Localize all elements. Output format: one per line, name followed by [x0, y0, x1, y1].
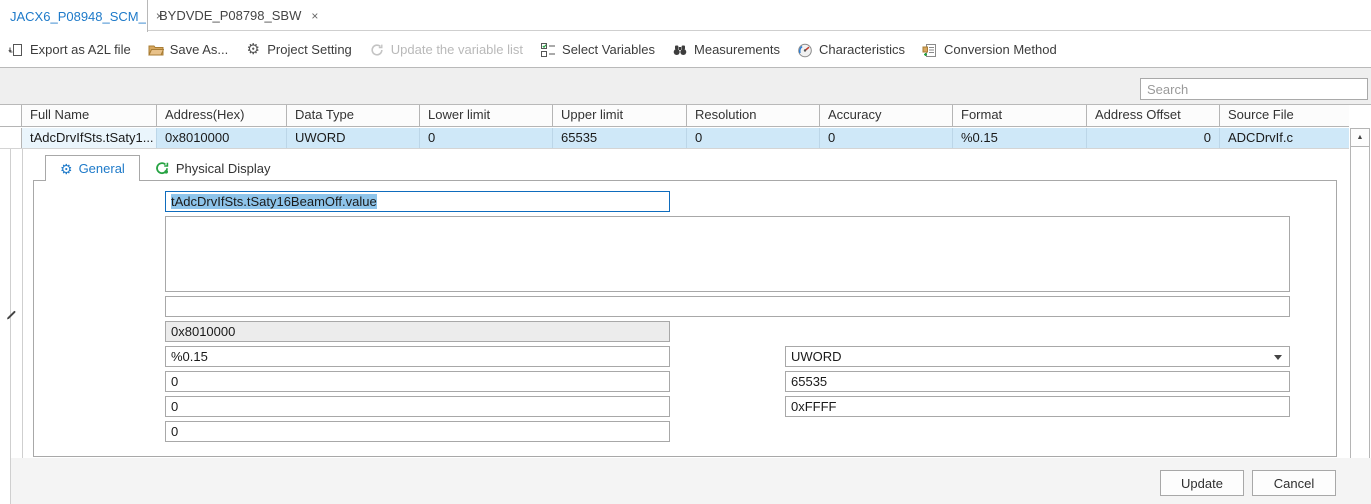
- cell-resolution[interactable]: 0: [687, 128, 820, 148]
- vertical-scrollbar[interactable]: ▲: [1350, 128, 1370, 470]
- tab-label: BYDVDE_P08798_SBW: [159, 8, 301, 23]
- cell-source-file[interactable]: ADCDrvIf.c: [1220, 128, 1348, 148]
- cell-address-offset[interactable]: 0: [1087, 128, 1220, 148]
- col-lower-limit[interactable]: Lower limit: [420, 105, 553, 126]
- close-icon[interactable]: ×: [311, 10, 318, 22]
- select-variables-button[interactable]: Select Variables: [540, 42, 655, 58]
- update-button[interactable]: Update: [1160, 470, 1244, 496]
- export-a2l-icon: [8, 42, 24, 58]
- cell-full-name[interactable]: tAdcDrvIfSts.tSaty1...: [22, 128, 157, 148]
- name-input[interactable]: tAdcDrvIfSts.tSaty16BeamOff.value: [165, 191, 670, 212]
- tab-bydvde-p08798[interactable]: BYDVDE_P08798_SBW ×: [149, 0, 311, 31]
- sync-gear-icon: [154, 160, 170, 176]
- gear-icon: ⚙: [245, 42, 261, 58]
- tab-jacx6-p08948[interactable]: JACX6_P08948_SCM_ ×: [0, 0, 148, 32]
- toolbar-item-label: Measurements: [694, 42, 780, 57]
- scroll-up-icon: ▲: [1357, 134, 1364, 141]
- name-value-selected: tAdcDrvIfSts.tSaty16BeamOff.value: [171, 194, 377, 209]
- gutter-line: [22, 149, 23, 458]
- data-type-value: UWORD: [791, 349, 842, 364]
- cell-address-hex[interactable]: 0x8010000: [157, 128, 287, 148]
- project-setting-button[interactable]: ⚙ Project Setting: [245, 42, 352, 58]
- scroll-up-button[interactable]: ▲: [1351, 129, 1369, 147]
- col-address-offset[interactable]: Address Offset: [1087, 105, 1220, 126]
- save-as-folder-icon: [148, 42, 164, 58]
- binoculars-icon: [672, 42, 688, 58]
- gear-icon: ⚙: [60, 162, 73, 176]
- cancel-button[interactable]: Cancel: [1252, 470, 1336, 496]
- toolbar-item-label: Export as A2L file: [30, 42, 131, 57]
- refresh-icon: [369, 42, 385, 58]
- col-upper-limit[interactable]: Upper limit: [553, 105, 687, 126]
- description-textarea[interactable]: [165, 216, 1290, 292]
- tab-label: JACX6_P08948_SCM_: [10, 9, 146, 24]
- toolbar-item-label: Conversion Method: [944, 42, 1057, 57]
- ecu-address-input: 0x8010000: [165, 321, 670, 342]
- main-toolbar: Export as A2L file Save As... ⚙ Project …: [0, 32, 1371, 67]
- toolbar-item-label: Save As...: [170, 42, 229, 57]
- col-accuracy[interactable]: Accuracy: [820, 105, 953, 126]
- select-variables-icon: [540, 42, 556, 58]
- accuracy-input[interactable]: 0: [165, 421, 670, 442]
- conversion-method-icon: [922, 42, 938, 58]
- display-identifier-input[interactable]: [165, 296, 1290, 317]
- tab-general[interactable]: ⚙ General: [45, 155, 140, 181]
- export-a2l-button[interactable]: Export as A2L file: [8, 42, 131, 58]
- chevron-down-icon: [1274, 355, 1282, 360]
- row-header-gutter: [0, 105, 22, 126]
- high-limit-input[interactable]: 65535: [785, 371, 1290, 392]
- toolbar-item-label: Update the variable list: [391, 42, 523, 57]
- gutter-line: [10, 149, 11, 504]
- cell-upper-limit[interactable]: 65535: [553, 128, 687, 148]
- cell-lower-limit[interactable]: 0: [420, 128, 553, 148]
- resolution-input[interactable]: 0: [165, 396, 670, 417]
- col-resolution[interactable]: Resolution: [687, 105, 820, 126]
- data-type-dropdown[interactable]: UWORD: [785, 346, 1290, 367]
- row-edit-pencil-icon: [4, 308, 18, 322]
- a2l-editor-window: JACX6_P08948_SCM_ × BYDVDE_P08798_SBW × …: [0, 0, 1371, 504]
- search-input[interactable]: [1140, 78, 1368, 100]
- toolbar-item-label: Characteristics: [819, 42, 905, 57]
- characteristics-button[interactable]: Characteristics: [797, 42, 905, 58]
- details-tab-strip: ⚙ General Physical Display: [45, 155, 284, 181]
- cell-format[interactable]: %0.15: [953, 128, 1087, 148]
- toolbar-item-label: Select Variables: [562, 42, 655, 57]
- row-header-cell[interactable]: [0, 128, 22, 148]
- col-data-type[interactable]: Data Type: [287, 105, 420, 126]
- col-address-hex[interactable]: Address(Hex): [157, 105, 287, 126]
- table-row-selected[interactable]: tAdcDrvIfSts.tSaty1... 0x8010000 UWORD 0…: [0, 128, 1349, 149]
- col-full-name[interactable]: Full Name: [22, 105, 157, 126]
- grid-header: Full Name Address(Hex) Data Type Lower l…: [0, 105, 1349, 127]
- save-as-button[interactable]: Save As...: [148, 42, 229, 58]
- tab-physical-display[interactable]: Physical Display: [140, 155, 285, 181]
- format-input[interactable]: %0.15: [165, 346, 670, 367]
- toolbar-item-label: Project Setting: [267, 42, 352, 57]
- col-source-file[interactable]: Source File: [1220, 105, 1348, 126]
- conversion-method-button[interactable]: Conversion Method: [922, 42, 1057, 58]
- bit-mask-input[interactable]: 0xFFFF: [785, 396, 1290, 417]
- details-tab-label: Physical Display: [176, 161, 271, 176]
- document-tab-bar: JACX6_P08948_SCM_ × BYDVDE_P08798_SBW ×: [0, 0, 1371, 31]
- gauge-icon: [797, 42, 813, 58]
- low-limit-input[interactable]: 0: [165, 371, 670, 392]
- cell-accuracy[interactable]: 0: [820, 128, 953, 148]
- cell-data-type[interactable]: UWORD: [287, 128, 420, 148]
- details-tab-label: General: [79, 161, 125, 176]
- update-variable-list-button: Update the variable list: [369, 42, 523, 58]
- col-format[interactable]: Format: [953, 105, 1087, 126]
- measurements-button[interactable]: Measurements: [672, 42, 780, 58]
